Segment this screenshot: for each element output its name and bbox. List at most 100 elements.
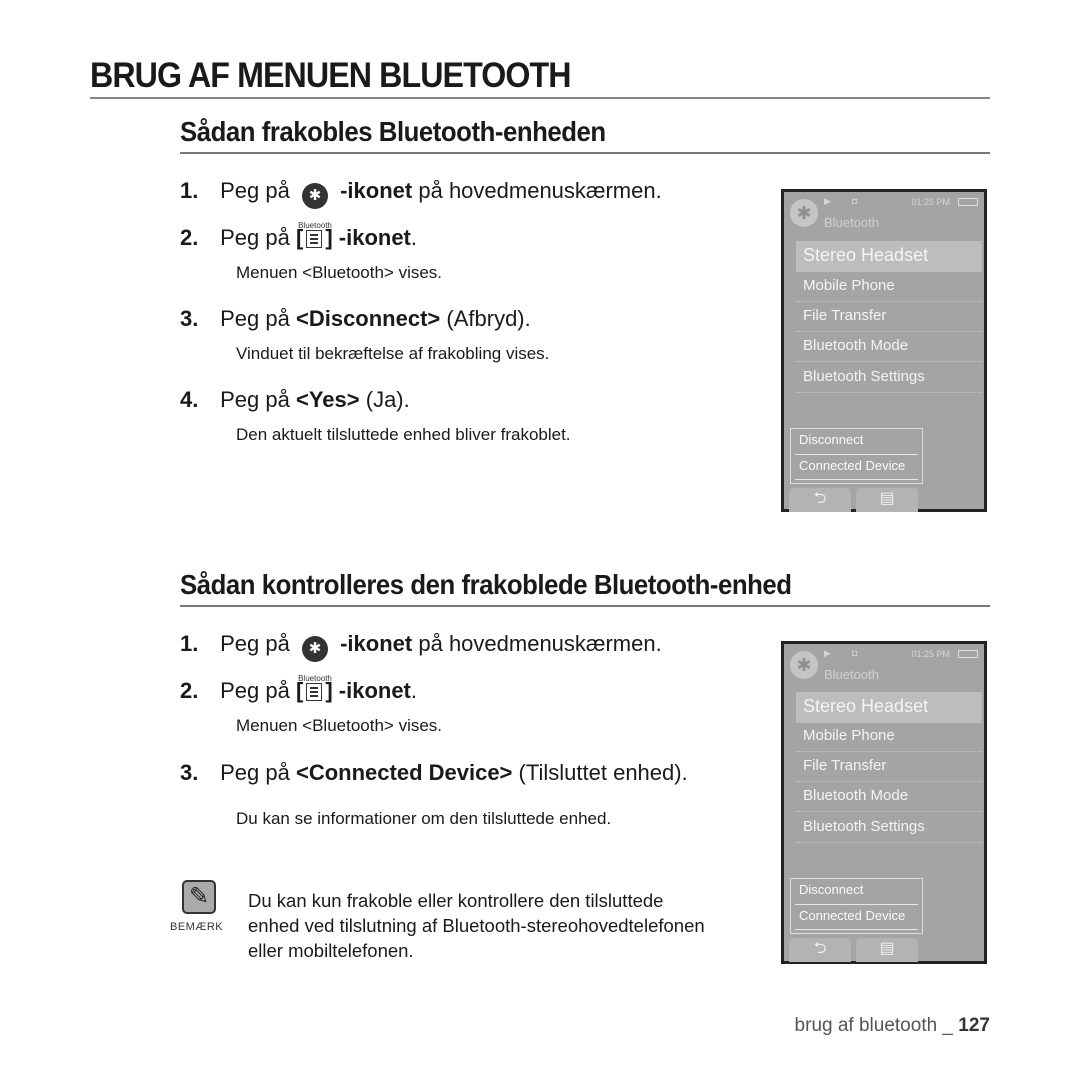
section1-divider: [180, 152, 990, 154]
back-button[interactable]: ⮌: [789, 488, 851, 512]
bluetooth-icon: ✱ Bluetooth: [298, 183, 332, 230]
section2-step-3: 3. Peg på <Connected Device> (Tilsluttet…: [180, 760, 688, 786]
step-text: Peg på: [220, 678, 290, 703]
divider: [796, 781, 982, 782]
footer-section: brug af bluetooth _: [794, 1015, 954, 1036]
menu-item-bluetooth-mode[interactable]: Bluetooth Mode: [803, 787, 908, 804]
step-bold: <Connected Device>: [295, 760, 513, 785]
menu-item-mobile-phone[interactable]: Mobile Phone: [803, 277, 895, 294]
bluetooth-icon: ✱: [790, 651, 818, 679]
section2-step-2: 2. Peg på [] -ikonet.: [180, 678, 417, 704]
section1-step-4-sub: Den aktuelt tilsluttede enhed bliver fra…: [236, 425, 571, 444]
section2-divider: [180, 605, 990, 607]
divider: [796, 331, 982, 332]
menu-item-bluetooth-settings[interactable]: Bluetooth Settings: [803, 368, 925, 385]
step-number: 4.: [180, 387, 199, 412]
page-footer: brug af bluetooth _ 127: [795, 1015, 990, 1037]
divider: [796, 842, 982, 843]
section1-step-2: 2. Peg på [] -ikonet.: [180, 225, 417, 251]
bracket: [: [295, 225, 304, 250]
step-text: Peg på: [220, 760, 290, 785]
note-text: Du kan kun frakoble eller kontrollere de…: [248, 890, 705, 961]
section1-step-3-sub: Vinduet til bekræftelse af frakobling vi…: [236, 344, 550, 363]
status-time: 01:25 PM: [911, 649, 950, 659]
bluetooth-icon: ✱: [790, 199, 818, 227]
step-bold: -ikonet: [340, 178, 413, 203]
popup-connected-device[interactable]: Connected Device: [799, 458, 905, 473]
bracket: [: [295, 678, 304, 703]
menu-button[interactable]: ▤: [856, 488, 918, 512]
step-bold: <Yes>: [295, 387, 360, 412]
divider: [795, 929, 918, 930]
divider: [796, 361, 982, 362]
play-icon: ▶: [824, 648, 831, 658]
bracket: ]: [325, 225, 333, 250]
device-screen-2: ✱ ▶ ◘ 01:25 PM Bluetooth Stereo Headset …: [781, 641, 987, 964]
popup-disconnect[interactable]: Disconnect: [799, 882, 863, 897]
menu-item-mobile-phone[interactable]: Mobile Phone: [803, 727, 895, 744]
menu-item-bluetooth-mode[interactable]: Bluetooth Mode: [803, 337, 908, 354]
step-text: Peg på: [220, 631, 290, 656]
page-number: 127: [958, 1015, 990, 1036]
title-divider: [90, 97, 990, 99]
menu-item-stereo-headset[interactable]: Stereo Headset: [803, 245, 928, 266]
step-number: 3.: [180, 306, 199, 331]
menu-icon: [306, 230, 323, 248]
step-number: 1.: [180, 178, 199, 203]
step-text: på hovedmenuskærmen.: [418, 631, 662, 656]
note-icon: ✎: [182, 880, 216, 914]
battery-icon: [958, 650, 978, 658]
device-screen-1: ✱ ▶ ◘ 01:25 PM Bluetooth Stereo Headset …: [781, 189, 987, 512]
step-bold: -ikonet: [340, 631, 413, 656]
step-text: (Afbryd).: [446, 306, 531, 331]
step-text: (Tilsluttet enhed).: [518, 760, 688, 785]
section2-step-3-sub: Du kan se informationer om den tilslutte…: [236, 809, 612, 828]
divider: [795, 454, 918, 455]
step-bold: <Disconnect>: [295, 306, 441, 331]
step-text: Peg på: [220, 225, 290, 250]
section2-step-2-sub: Menuen <Bluetooth> vises.: [236, 716, 443, 735]
menu-item-stereo-headset[interactable]: Stereo Headset: [803, 696, 928, 717]
section1-heading: Sådan frakobles Bluetooth-enheden: [180, 116, 606, 147]
step-text: Peg på: [220, 178, 290, 203]
section1-step-1: 1. Peg på ✱ Bluetooth -ikonet på hovedmen…: [180, 178, 662, 230]
step-number: 3.: [180, 760, 199, 785]
section2-heading: Sådan kontrolleres den frakoblede Blueto…: [180, 569, 792, 600]
play-icon: ▶: [824, 196, 831, 206]
step-number: 2.: [180, 225, 199, 250]
step-text: Peg på: [220, 387, 290, 412]
headphone-icon: ◘: [852, 648, 858, 658]
divider: [795, 479, 918, 480]
divider: [796, 751, 982, 752]
step-text: Peg på: [220, 306, 290, 331]
menu-icon: [306, 683, 323, 701]
step-text: .: [410, 225, 418, 250]
back-button[interactable]: ⮌: [789, 938, 851, 962]
divider: [796, 811, 982, 812]
step-text: (Ja).: [365, 387, 410, 412]
note-label: BEMÆRK: [170, 921, 224, 933]
headphone-icon: ◘: [852, 196, 858, 206]
divider: [795, 904, 918, 905]
divider: [796, 392, 982, 393]
section2-step-1: 1. Peg på ✱ Bluetooth -ikonet på hovedmen…: [180, 631, 662, 683]
status-time: 01:25 PM: [911, 197, 950, 207]
step-bold: -ikonet: [338, 225, 411, 250]
menu-item-file-transfer[interactable]: File Transfer: [803, 757, 886, 774]
section1-step-4: 4. Peg på <Yes> (Ja).: [180, 387, 410, 413]
popup-connected-device[interactable]: Connected Device: [799, 908, 905, 923]
popup-menu: Disconnect Connected Device: [790, 878, 923, 934]
bluetooth-icon: ✱ Bluetooth: [298, 636, 332, 683]
menu-item-bluetooth-settings[interactable]: Bluetooth Settings: [803, 818, 925, 835]
popup-menu: Disconnect Connected Device: [790, 428, 923, 484]
section1-step-2-sub: Menuen <Bluetooth> vises.: [236, 263, 443, 282]
section1-step-3: 3. Peg på <Disconnect> (Afbryd).: [180, 306, 531, 332]
page-title: BRUG AF MENUEN BLUETOOTH: [90, 56, 572, 95]
menu-button[interactable]: ▤: [856, 938, 918, 962]
popup-disconnect[interactable]: Disconnect: [799, 432, 863, 447]
divider: [796, 301, 982, 302]
screen-title: Bluetooth: [824, 215, 879, 230]
screen-title: Bluetooth: [824, 667, 879, 682]
menu-item-file-transfer[interactable]: File Transfer: [803, 307, 886, 324]
bracket: ]: [325, 678, 333, 703]
